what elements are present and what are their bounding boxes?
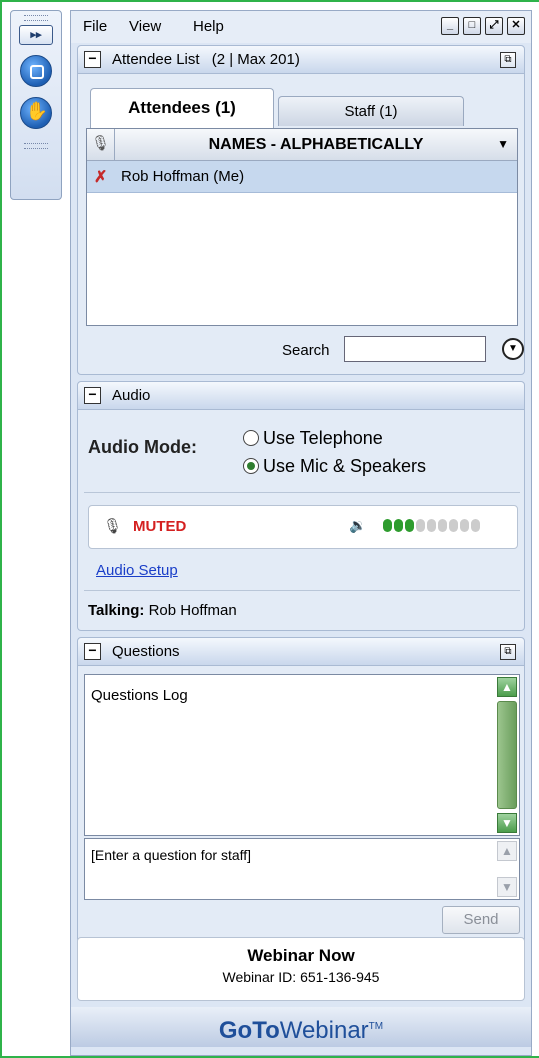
menu-file[interactable]: File — [83, 18, 107, 35]
input-scroll-up-icon[interactable]: ▲ — [497, 841, 517, 861]
send-button[interactable]: Send — [442, 906, 520, 934]
question-input-placeholder: [Enter a question for staff] — [91, 847, 252, 863]
speaker-icon: 🔉 — [349, 517, 367, 533]
attendee-list-section: − Attendee List (2 | Max 201) ⧉ Attendee… — [77, 45, 525, 375]
raise-hand-button[interactable]: ✋ — [20, 97, 52, 129]
tab-staff[interactable]: Staff (1) — [278, 96, 464, 126]
questions-collapse-button[interactable]: − — [84, 643, 101, 660]
attendee-list-title-wrap: Attendee List (2 | Max 201) — [112, 51, 300, 68]
audio-title: Audio — [112, 387, 151, 404]
muted-status: MUTED — [133, 518, 187, 535]
volume-meter-segment — [383, 519, 392, 532]
audio-divider-top — [84, 492, 520, 493]
questions-popout-button[interactable]: ⧉ — [500, 644, 516, 660]
minimize-button[interactable]: _ — [441, 17, 459, 35]
talking-name: Rob Hoffman — [148, 602, 237, 619]
questions-section: − Questions ⧉ Questions Log ▲ ▼ [Enter a… — [77, 637, 525, 943]
questions-header: − Questions ⧉ — [78, 638, 524, 666]
question-input[interactable]: [Enter a question for staff] ▲ ▼ — [84, 838, 520, 900]
microphone-icon[interactable]: 🎙 — [103, 517, 122, 535]
tab-attendees[interactable]: Attendees (1) — [90, 88, 274, 128]
brand-rest: Webinar — [279, 1017, 369, 1044]
audio-collapse-button[interactable]: − — [84, 387, 101, 404]
audio-section: − Audio Audio Mode: Use Telephone Use Mi… — [77, 381, 525, 631]
grab-handle-bottom[interactable] — [24, 143, 48, 149]
grab-handle-top[interactable] — [24, 15, 48, 21]
volume-meter-segment — [416, 519, 425, 532]
control-grab-tab[interactable]: ▸▸ ✋ — [10, 10, 62, 200]
scroll-down-icon[interactable]: ▼ — [497, 813, 517, 833]
volume-meter-segment — [471, 519, 480, 532]
audio-mode-label: Audio Mode: — [88, 437, 197, 457]
webinar-title: Webinar Now — [247, 946, 355, 965]
audio-divider-bottom — [84, 590, 520, 591]
audio-status-box: 🎙 MUTED 🔉 — [88, 505, 518, 549]
expand-panel-button[interactable]: ▸▸ — [19, 25, 53, 45]
webinar-info-box: Webinar Now Webinar ID: 651-136-945 — [77, 937, 525, 1001]
radio-mic-control[interactable] — [243, 458, 259, 474]
restore-button[interactable]: □ — [463, 17, 481, 35]
questions-log-scrollbar[interactable]: ▲ ▼ — [497, 677, 517, 833]
volume-meter-segment — [394, 519, 403, 532]
volume-meter-segment — [438, 519, 447, 532]
search-input[interactable] — [344, 336, 486, 362]
talking-label: Talking: — [88, 602, 145, 619]
menu-help[interactable]: Help — [193, 18, 224, 35]
scroll-thumb[interactable] — [497, 701, 517, 809]
screen-icon — [30, 65, 44, 79]
control-panel: File View Help _ □ ⤢ ✕ − Attendee List (… — [70, 10, 532, 1056]
volume-meter-segment — [460, 519, 469, 532]
brand-bold: GoTo — [218, 1017, 280, 1044]
volume-meter-segment — [449, 519, 458, 532]
webinar-id: Webinar ID: 651-136-945 — [222, 969, 380, 985]
attendee-row[interactable]: ✗ Rob Hoffman (Me) — [87, 161, 517, 193]
muted-mic-icon: ✗ — [94, 169, 108, 186]
screen-view-button[interactable] — [20, 55, 52, 87]
popout-button[interactable]: ⤢ — [485, 17, 503, 35]
menu-bar: File View Help _ □ ⤢ ✕ — [71, 11, 531, 43]
search-options-icon[interactable]: ▼ — [502, 338, 524, 360]
names-column-header[interactable]: NAMES - ALPHABETICALLY — [115, 136, 517, 154]
volume-meter-segment — [405, 519, 414, 532]
questions-log[interactable]: Questions Log ▲ ▼ — [84, 674, 520, 836]
search-label: Search — [282, 342, 330, 359]
brand-tm: TM — [368, 1021, 384, 1032]
attendee-list-header: − Attendee List (2 | Max 201) ⧉ — [78, 46, 524, 74]
input-scroll-down-icon[interactable]: ▼ — [497, 877, 517, 897]
audio-header: − Audio — [78, 382, 524, 410]
attendee-list-popout-button[interactable]: ⧉ — [500, 52, 516, 68]
radio-mic-label: Use Mic & Speakers — [263, 456, 427, 476]
gotowebinar-logo: GoToWebinarTM — [71, 1007, 531, 1047]
menu-view[interactable]: View — [129, 18, 161, 35]
attendee-name: Rob Hoffman (Me) — [121, 168, 245, 185]
question-input-scrollbar[interactable]: ▲ ▼ — [497, 841, 517, 897]
radio-use-telephone[interactable]: Use Telephone — [243, 428, 383, 449]
attendee-list-collapse-button[interactable]: − — [84, 51, 101, 68]
attendee-listbox: 🎙 NAMES - ALPHABETICALLY ▼ ✗ Rob Hoffman… — [86, 128, 518, 326]
attendee-list-column-header[interactable]: 🎙 NAMES - ALPHABETICALLY ▼ — [87, 129, 517, 161]
hand-icon: ✋ — [25, 101, 49, 121]
attendee-count: (2 | Max 201) — [211, 51, 300, 68]
attendee-tabs: Attendees (1) Staff (1) — [90, 88, 520, 128]
mic-icon: 🎙 — [87, 129, 115, 160]
close-button[interactable]: ✕ — [507, 17, 525, 35]
attendee-list-title: Attendee List — [112, 51, 200, 68]
talking-indicator: Talking: Rob Hoffman — [88, 602, 237, 619]
sort-dropdown-icon[interactable]: ▼ — [497, 137, 509, 151]
audio-setup-link[interactable]: Audio Setup — [96, 562, 178, 579]
scroll-up-icon[interactable]: ▲ — [497, 677, 517, 697]
radio-use-mic-speakers[interactable]: Use Mic & Speakers — [243, 456, 426, 477]
questions-title: Questions — [112, 643, 180, 660]
volume-meter-segment — [427, 519, 436, 532]
radio-telephone-control[interactable] — [243, 430, 259, 446]
questions-log-label: Questions Log — [91, 687, 188, 704]
volume-meter — [383, 519, 480, 532]
radio-telephone-label: Use Telephone — [263, 428, 383, 448]
